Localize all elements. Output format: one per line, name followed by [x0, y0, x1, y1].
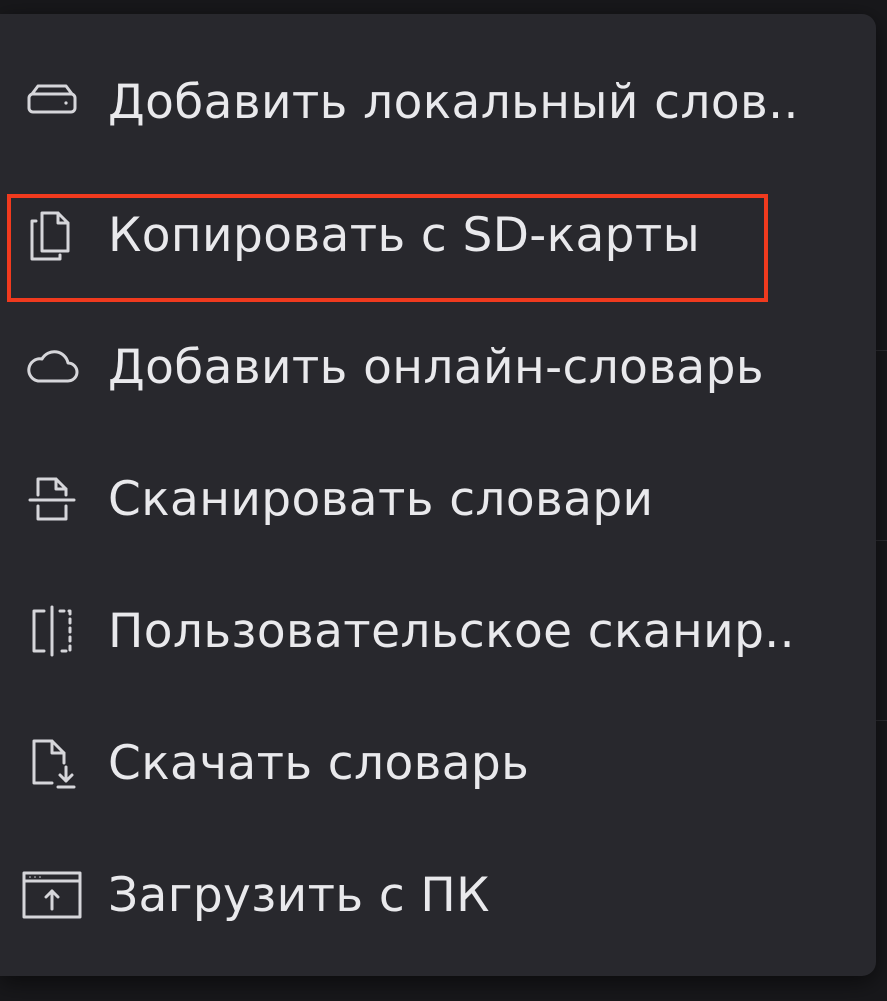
- menu-item-label: Пользовательское сканир..: [108, 603, 795, 659]
- download-file-icon: [20, 731, 84, 795]
- copy-files-icon: [20, 203, 84, 267]
- menu-item-label: Загрузить с ПК: [108, 867, 490, 923]
- menu-item-label: Скачать словарь: [108, 735, 530, 791]
- menu-item-upload-from-pc[interactable]: Загрузить с ПК: [0, 840, 876, 950]
- menu-item-copy-from-sd-card[interactable]: Копировать с SD-карты: [0, 180, 876, 290]
- menu-item-add-online-dictionary[interactable]: Добавить онлайн-словарь: [0, 312, 876, 422]
- menu-item-label: Добавить локальный слов..: [108, 74, 799, 130]
- menu-item-label: Добавить онлайн-словарь: [108, 339, 764, 395]
- menu-item-custom-scan[interactable]: Пользовательское сканир..: [0, 576, 876, 686]
- menu-item-add-local-dictionary[interactable]: Добавить локальный слов..: [0, 47, 876, 157]
- cloud-icon: [20, 335, 84, 399]
- add-dictionary-menu: Добавить локальный слов.. Копировать с S…: [0, 14, 876, 976]
- menu-item-scan-dictionaries[interactable]: Сканировать словари: [0, 444, 876, 554]
- upload-window-icon: [20, 863, 84, 927]
- custom-scan-icon: [20, 599, 84, 663]
- local-drive-icon: [20, 70, 84, 134]
- scan-document-icon: [20, 467, 84, 531]
- menu-item-label: Копировать с SD-карты: [108, 207, 701, 263]
- menu-item-download-dictionary[interactable]: Скачать словарь: [0, 708, 876, 818]
- menu-item-label: Сканировать словари: [108, 471, 654, 527]
